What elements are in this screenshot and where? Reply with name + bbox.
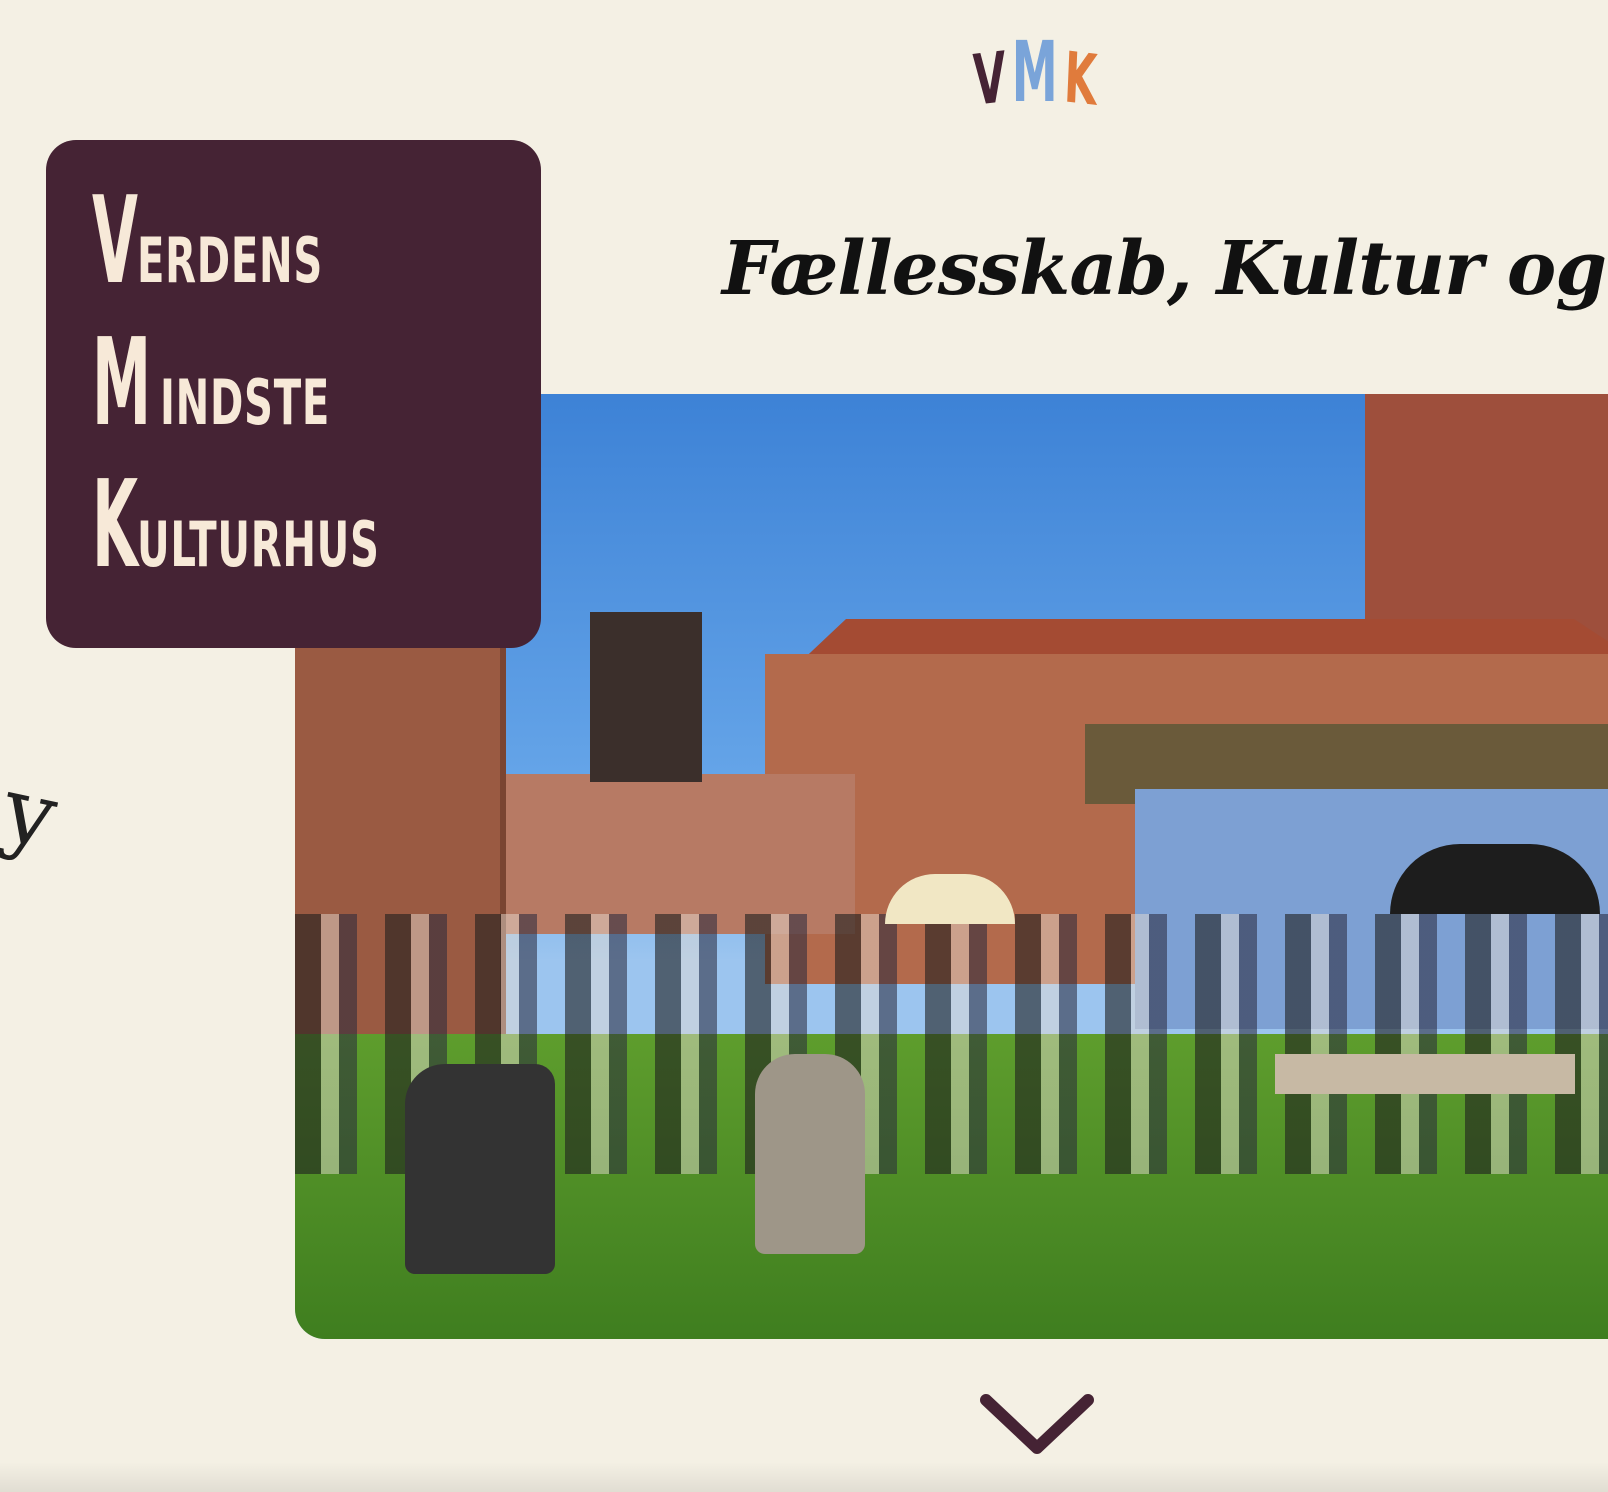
chevron-down-icon (980, 1394, 1094, 1454)
photo-building-background (495, 774, 855, 934)
title-line-kulturhus: KULTURHUS (92, 466, 474, 586)
title-rest-mindste: INDSTE (160, 366, 331, 439)
title-cap-k: K (92, 456, 139, 595)
logo-letter-v: V (971, 36, 1008, 122)
photo-stroller (405, 1064, 555, 1274)
logo-letter-k: K (1062, 36, 1099, 122)
photo-market-table (1275, 1054, 1575, 1094)
title-rest-kulturhus: ULTURHUS (136, 508, 380, 581)
title-cap-m: M (92, 314, 152, 453)
title-rest-verdens: ERDENS (136, 224, 323, 297)
title-line-mindste: M INDSTE (92, 324, 397, 444)
page-headline: Fællesskab, Kultur og I (722, 226, 1608, 312)
scroll-down-button[interactable] (978, 1392, 1096, 1458)
bottom-shade (0, 1462, 1608, 1492)
title-cap-v: V (92, 172, 139, 311)
photo-tower (590, 612, 702, 782)
logo-letter-m: M (1011, 23, 1058, 121)
site-logo[interactable]: V M K (971, 10, 1099, 122)
title-line-verdens: VERDENS (92, 182, 395, 302)
title-card: VERDENS M INDSTE KULTURHUS (46, 140, 541, 648)
scribble-decoration: y (0, 756, 66, 870)
photo-person (755, 1054, 865, 1254)
